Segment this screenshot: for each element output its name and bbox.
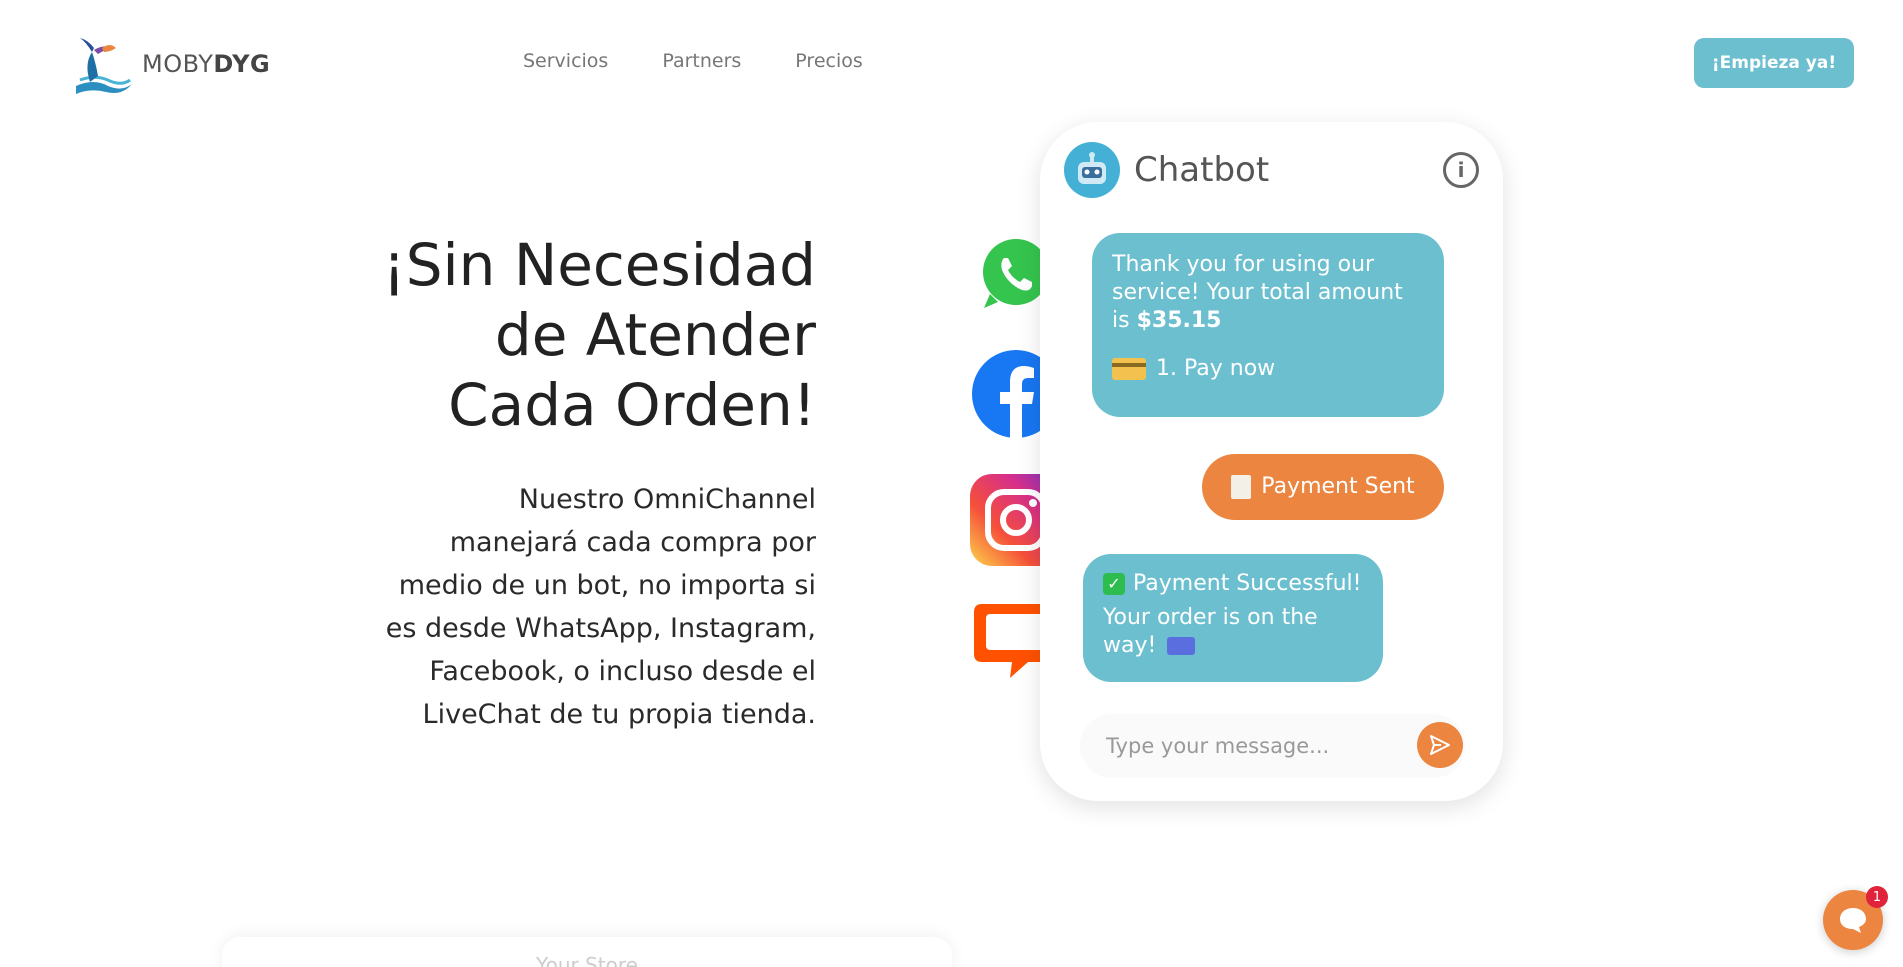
store-card-label: Your Store [536, 953, 638, 967]
chatbot-mockup: Chatbot i Thank you for using our servic… [1040, 122, 1503, 801]
pay-now-option[interactable]: 1. Pay now [1156, 355, 1275, 383]
bot-message-total: Thank you for using our service! Your to… [1092, 233, 1444, 417]
total-amount: $35.15 [1136, 308, 1222, 333]
bot-message-success: ✓ Payment Successful! Your order is on t… [1083, 554, 1383, 682]
hero-title-line: de Atender [494, 301, 816, 369]
hero-title-line: Cada Orden! [448, 371, 816, 439]
send-button[interactable] [1417, 722, 1463, 768]
hero-title-line: ¡Sin Necesidad [382, 231, 816, 299]
unread-badge: 1 [1866, 886, 1888, 908]
robot-icon [1064, 142, 1120, 198]
hero-description: Nuestro OmniChannel manejará cada compra… [385, 484, 816, 730]
credit-card-icon [1112, 358, 1146, 380]
chat-title: Chatbot [1134, 150, 1270, 190]
start-now-button[interactable]: ¡Empieza ya! [1694, 38, 1854, 88]
receipt-icon [1231, 475, 1252, 499]
store-preview-card: Your Store [222, 937, 952, 967]
nav-link-partners[interactable]: Partners [662, 50, 741, 72]
brand-name: MOBYDYG [142, 50, 271, 78]
nav-link-servicios[interactable]: Servicios [523, 50, 608, 72]
chat-bubble-icon [1840, 908, 1866, 933]
brand-logo[interactable]: MOBYDYG [70, 34, 270, 94]
chat-input-bar [1080, 714, 1465, 778]
message-input[interactable] [1106, 728, 1386, 764]
delivery-truck-icon [1167, 637, 1196, 655]
check-mark-icon: ✓ [1103, 573, 1125, 595]
hero-title: ¡Sin Necesidad de Atender Cada Orden! [316, 230, 816, 440]
nav-link-precios[interactable]: Precios [795, 50, 862, 72]
send-icon [1430, 735, 1450, 755]
site-header: MOBYDYG Servicios Partners Precios ¡Empi… [0, 0, 1903, 120]
chat-header: Chatbot [1064, 142, 1269, 198]
main-nav: Servicios Partners Precios [523, 50, 863, 72]
user-message-payment-sent: Payment Sent [1202, 454, 1444, 520]
whale-tail-icon [76, 38, 132, 94]
info-icon[interactable]: i [1443, 152, 1479, 188]
